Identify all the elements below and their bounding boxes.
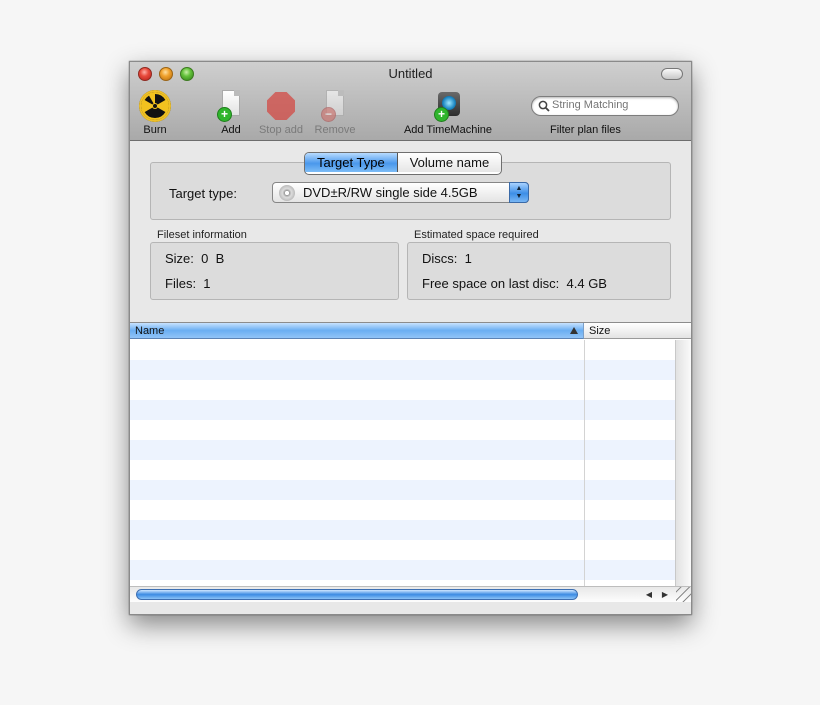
column-name-label: Name <box>135 325 165 337</box>
window-title: Untitled <box>388 66 433 81</box>
table-row <box>130 440 675 460</box>
sort-ascending-icon <box>570 327 578 334</box>
column-header-name[interactable]: Name <box>130 323 584 339</box>
column-divider <box>584 340 585 586</box>
horizontal-scrollbar[interactable]: ◀ ▶ <box>130 586 691 602</box>
vertical-scrollbar[interactable] <box>675 340 691 586</box>
scroll-left-icon[interactable]: ◀ <box>642 588 656 601</box>
burn-button[interactable]: Burn <box>138 90 172 136</box>
timemachine-icon: + <box>432 90 464 122</box>
disc-icon <box>279 185 295 201</box>
column-size-label: Size <box>589 325 611 337</box>
estimated-free-space: Free space on last disc: 4.4 GB <box>422 276 607 291</box>
title-toolbar: Untitled Burn + Add Stop add − Remove + … <box>130 62 691 141</box>
column-header-size[interactable]: Size <box>584 323 691 339</box>
stop-icon <box>265 90 297 122</box>
tab-switcher: Target Type Volume name <box>304 152 503 175</box>
add-file-icon: + <box>215 90 247 122</box>
target-type-label: Target type: <box>169 186 237 201</box>
estimated-title: Estimated space required <box>414 229 539 241</box>
main-window: Untitled Burn + Add Stop add − Remove + … <box>129 61 692 615</box>
add-timemachine-label: Add TimeMachine <box>403 124 493 136</box>
estimated-discs: Discs: 1 <box>422 251 472 266</box>
add-button[interactable]: + Add <box>214 90 248 136</box>
remove-file-icon: − <box>319 90 351 122</box>
table-row <box>130 560 675 580</box>
target-type-value: DVD±R/RW single side 4.5GB <box>303 185 478 200</box>
add-label: Add <box>221 124 241 136</box>
fileset-title: Fileset information <box>157 229 247 241</box>
scroll-right-icon[interactable]: ▶ <box>658 588 672 601</box>
resize-grip-icon[interactable] <box>676 587 691 602</box>
fileset-files: Files: 1 <box>165 276 211 291</box>
stop-add-button[interactable]: Stop add <box>254 90 308 136</box>
search-field[interactable] <box>531 96 679 116</box>
table-row <box>130 380 675 400</box>
stop-add-label: Stop add <box>258 124 304 136</box>
remove-button[interactable]: − Remove <box>312 90 358 136</box>
table-row <box>130 480 675 500</box>
table-row <box>130 360 675 380</box>
table-row <box>130 340 675 360</box>
horizontal-scroll-thumb[interactable] <box>136 589 578 600</box>
toolbar-toggle-button[interactable] <box>661 68 683 80</box>
table-row <box>130 540 675 560</box>
search-input[interactable] <box>552 99 672 111</box>
chevron-updown-icon: ▲ ▼ <box>509 182 529 203</box>
radiation-icon <box>139 90 171 122</box>
table-row <box>130 520 675 540</box>
tab-target-type[interactable]: Target Type <box>305 153 398 172</box>
table-row <box>130 420 675 440</box>
tab-volume-name[interactable]: Volume name <box>397 153 502 172</box>
search-icon <box>538 100 550 112</box>
remove-label: Remove <box>314 124 356 136</box>
file-table: Name Size ◀ ▶ <box>130 322 691 602</box>
table-row <box>130 460 675 480</box>
fileset-size: Size: 0 B <box>165 251 225 266</box>
table-row <box>130 500 675 520</box>
table-rows[interactable] <box>130 340 675 586</box>
target-type-popup[interactable]: DVD±R/RW single side 4.5GB ▲ ▼ <box>272 182 529 203</box>
table-row <box>130 400 675 420</box>
burn-label: Burn <box>143 124 167 136</box>
filter-label: Filter plan files <box>550 124 621 136</box>
add-timemachine-button[interactable]: + Add TimeMachine <box>398 90 498 136</box>
